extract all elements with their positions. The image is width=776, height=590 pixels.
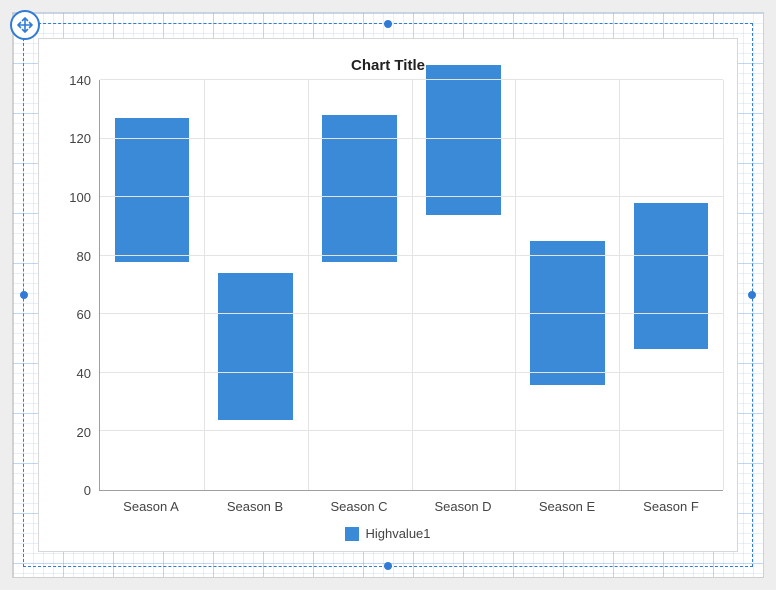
move-icon xyxy=(17,17,33,33)
chart-object[interactable]: Chart Title 140120100806040200 Season AS… xyxy=(38,38,738,552)
bar-slot xyxy=(308,80,412,490)
y-axis: 140120100806040200 xyxy=(53,80,99,491)
bar-slot xyxy=(100,80,204,490)
gridline-v xyxy=(308,80,309,490)
design-surface: Chart Title 140120100806040200 Season AS… xyxy=(0,0,776,590)
x-label: Season F xyxy=(619,491,723,514)
bar-slot xyxy=(619,80,723,490)
x-label: Season B xyxy=(203,491,307,514)
gridline-v xyxy=(619,80,620,490)
bar[interactable] xyxy=(426,65,501,214)
legend[interactable]: Highvalue1 xyxy=(53,514,723,541)
bar-slot xyxy=(204,80,308,490)
x-axis: Season ASeason BSeason CSeason DSeason E… xyxy=(99,491,723,514)
legend-series-label: Highvalue1 xyxy=(365,526,430,541)
x-label: Season C xyxy=(307,491,411,514)
resize-handle-w[interactable] xyxy=(20,291,28,299)
bar-slot xyxy=(411,80,515,490)
resize-handle-e[interactable] xyxy=(748,291,756,299)
legend-swatch xyxy=(345,527,359,541)
plot-wrap: 140120100806040200 xyxy=(53,80,723,491)
gridline-v xyxy=(412,80,413,490)
bar[interactable] xyxy=(115,118,190,262)
gridline-v xyxy=(723,80,724,490)
bar-slot xyxy=(515,80,619,490)
x-label: Season E xyxy=(515,491,619,514)
bar[interactable] xyxy=(634,203,709,349)
gridline-v xyxy=(204,80,205,490)
resize-handle-n[interactable] xyxy=(384,20,392,28)
move-handle[interactable] xyxy=(10,10,40,40)
design-canvas[interactable]: Chart Title 140120100806040200 Season AS… xyxy=(12,12,764,578)
gridline-v xyxy=(515,80,516,490)
chart-title[interactable]: Chart Title xyxy=(53,57,723,74)
plot-area[interactable] xyxy=(99,80,723,491)
resize-handle-s[interactable] xyxy=(384,562,392,570)
x-label: Season D xyxy=(411,491,515,514)
bar[interactable] xyxy=(218,273,293,419)
x-label: Season A xyxy=(99,491,203,514)
